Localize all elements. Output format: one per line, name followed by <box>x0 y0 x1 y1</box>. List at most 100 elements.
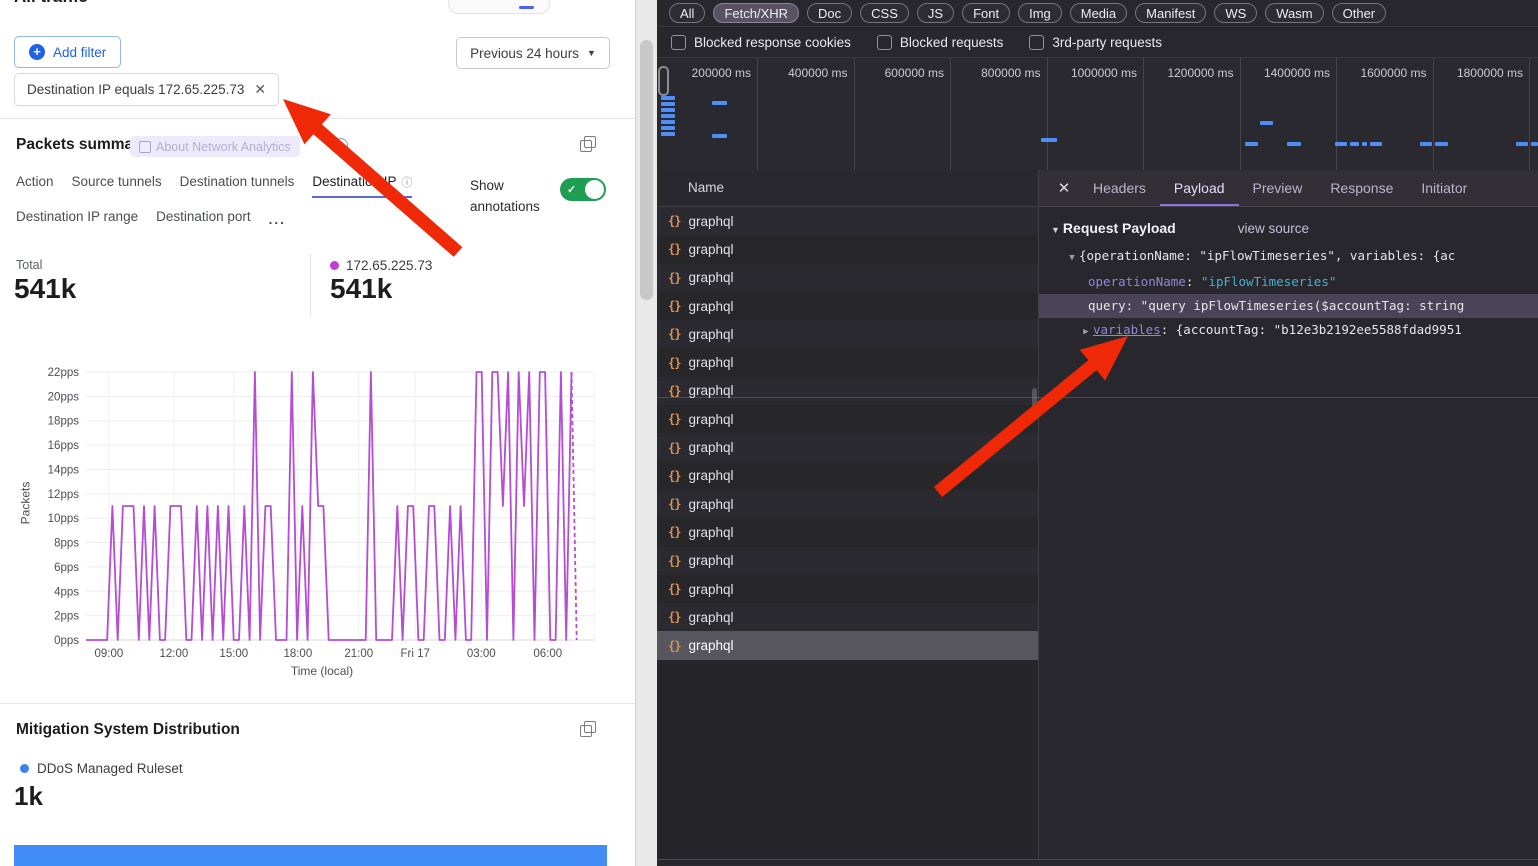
request-name: graphql <box>688 412 733 427</box>
checkbox-blocked-response-cookies[interactable]: Blocked response cookies <box>671 35 851 50</box>
filter-pill-doc[interactable]: Doc <box>807 3 852 23</box>
about-network-analytics-badge[interactable]: About Network Analytics <box>130 136 300 157</box>
payload-line[interactable]: query: "query ipFlowTimeseries($accountT… <box>1039 294 1538 318</box>
json-braces-icon: {} <box>668 327 680 341</box>
tab-destination-tunnels[interactable]: Destination tunnels <box>180 174 295 198</box>
request-timing-mark <box>1287 142 1301 146</box>
payload-line[interactable]: ▶variables: {accountTag: "b12e3b2192ee55… <box>1039 318 1538 344</box>
close-icon[interactable]: ✕ <box>254 81 266 98</box>
checkbox-box[interactable] <box>1029 35 1044 50</box>
json-braces-icon: {} <box>668 412 680 426</box>
filter-pill-media[interactable]: Media <box>1070 3 1127 23</box>
close-detail-icon[interactable]: ✕ <box>1049 179 1079 197</box>
tab-source-tunnels[interactable]: Source tunnels <box>72 174 162 198</box>
divider <box>0 118 636 119</box>
filter-pill-css[interactable]: CSS <box>860 3 909 23</box>
tab-action[interactable]: Action <box>16 174 54 198</box>
table-row[interactable]: {}graphql <box>657 207 1038 235</box>
table-row[interactable]: {}graphql <box>657 547 1038 575</box>
table-row[interactable]: {}graphql <box>657 264 1038 292</box>
checkbox-box[interactable] <box>671 35 686 50</box>
filter-pill-all[interactable]: All <box>669 3 705 23</box>
svg-text:14pps: 14pps <box>48 464 80 476</box>
table-row[interactable]: {}graphql <box>657 462 1038 490</box>
table-row[interactable]: {}graphql <box>657 377 1038 405</box>
more-tabs-button[interactable]: ... <box>269 212 286 227</box>
request-type-filterbar: All Fetch/XHR Doc CSS JS Font Img Media Manifest… <box>657 0 1538 27</box>
view-source-link[interactable]: view source <box>1238 221 1309 236</box>
detail-tabs: ✕ HeadersPayloadPreviewResponseInitiator <box>1039 170 1538 207</box>
checkbox-3rd-party-requests[interactable]: 3rd-party requests <box>1029 35 1162 50</box>
timeline-tick-label: 800000 ms <box>951 66 1041 80</box>
tab-destination-ip[interactable]: Destination IPⓘ <box>312 174 412 198</box>
tab-headers[interactable]: Headers <box>1079 171 1160 206</box>
table-row[interactable]: {}graphql <box>657 490 1038 518</box>
payload-token: : {accountTag: "b12e3b2192ee5588fdad9951 <box>1161 322 1462 337</box>
tab-preview[interactable]: Preview <box>1239 171 1317 206</box>
filter-pill-wasm[interactable]: Wasm <box>1265 3 1323 23</box>
time-range-dropdown[interactable]: Previous 24 hours ▼ <box>456 37 610 69</box>
mitigation-bar <box>14 845 607 866</box>
table-row[interactable]: {}graphql <box>657 348 1038 376</box>
timeline-tick-label: 400000 ms <box>758 66 848 80</box>
tab-payload[interactable]: Payload <box>1160 171 1239 206</box>
payload-line[interactable]: ▼{operationName: "ipFlowTimeseries", var… <box>1039 244 1538 270</box>
tab-response[interactable]: Response <box>1316 171 1407 206</box>
timeline-tick-label: 1800000 ms <box>1433 66 1523 80</box>
table-row[interactable]: {}graphql <box>657 518 1038 546</box>
show-annotations-toggle[interactable]: ✓ <box>560 178 606 201</box>
filter-pill-manifest[interactable]: Manifest <box>1135 3 1206 23</box>
disclosure-triangle-icon[interactable]: ▶ <box>1079 320 1093 344</box>
name-column-header[interactable]: Name <box>657 170 1038 207</box>
svg-text:18:00: 18:00 <box>283 648 312 658</box>
svg-text:16pps: 16pps <box>48 440 80 452</box>
filter-pill-img[interactable]: Img <box>1018 3 1062 23</box>
checkbox-box[interactable] <box>877 35 892 50</box>
filter-pill-fetch-xhr[interactable]: Fetch/XHR <box>713 3 799 23</box>
analytics-panel: All traffic + Add filter Previous 24 hou… <box>0 0 657 866</box>
checkbox-blocked-requests[interactable]: Blocked requests <box>877 35 1004 50</box>
request-list: Name {}graphql{}graphql{}graphql{}graphq… <box>657 170 1039 859</box>
filter-pill-font[interactable]: Font <box>962 3 1010 23</box>
add-filter-button[interactable]: + Add filter <box>14 36 121 68</box>
svg-text:Fri 17: Fri 17 <box>400 648 429 658</box>
book-icon <box>139 141 151 153</box>
table-row[interactable]: {}graphql <box>657 603 1038 631</box>
filter-chip[interactable]: Destination IP equals 172.65.225.73 ✕ <box>14 73 279 106</box>
tab-initiator[interactable]: Initiator <box>1407 171 1481 206</box>
table-row[interactable]: {}graphql <box>657 320 1038 348</box>
payload-code: ▼{operationName: "ipFlowTimeseries", var… <box>1039 244 1538 344</box>
table-row[interactable]: {}graphql <box>657 575 1038 603</box>
json-braces-icon: {} <box>668 469 680 483</box>
table-row[interactable]: {} graphql <box>657 405 1038 433</box>
request-name: graphql <box>688 299 733 314</box>
payload-line[interactable]: operationName: "ipFlowTimeseries" <box>1039 270 1538 294</box>
svg-text:22pps: 22pps <box>48 367 80 379</box>
scrollbar-thumb[interactable] <box>640 40 653 300</box>
request-timing-mark <box>661 126 675 130</box>
total-value: 541k <box>14 273 76 305</box>
filter-pill-ws[interactable]: WS <box>1214 3 1257 23</box>
payload-token: : <box>1186 274 1201 289</box>
request-payload-section-header[interactable]: Request Payload view source <box>1051 220 1538 236</box>
svg-text:03:00: 03:00 <box>467 648 496 658</box>
expand-card-icon[interactable] <box>580 136 596 152</box>
tab-destination-port[interactable]: Destination port <box>156 209 251 230</box>
show-annotations-label: Show annotations <box>470 176 562 218</box>
x-axis-label: Time (local) <box>22 664 622 678</box>
request-timing-mark <box>1370 142 1382 146</box>
network-overview-timeline[interactable]: 200000 ms400000 ms600000 ms800000 ms1000… <box>657 58 1538 171</box>
table-row[interactable]: {}graphql <box>657 292 1038 320</box>
disclosure-triangle-icon[interactable]: ▼ <box>1065 246 1079 270</box>
table-row[interactable]: {}graphql <box>657 433 1038 461</box>
filter-pill-js[interactable]: JS <box>917 3 954 23</box>
request-list-scroll-thumb[interactable] <box>1032 388 1037 418</box>
tab-destination-ip-range[interactable]: Destination IP range <box>16 209 138 230</box>
table-row[interactable]: {}graphql <box>657 235 1038 263</box>
expand-card-icon[interactable] <box>580 721 596 737</box>
svg-text:18pps: 18pps <box>48 416 80 428</box>
filter-pill-other[interactable]: Other <box>1332 3 1387 23</box>
table-row[interactable]: {}graphql <box>657 631 1038 659</box>
json-braces-icon: {} <box>668 384 680 398</box>
left-scrollbar[interactable] <box>635 0 657 866</box>
